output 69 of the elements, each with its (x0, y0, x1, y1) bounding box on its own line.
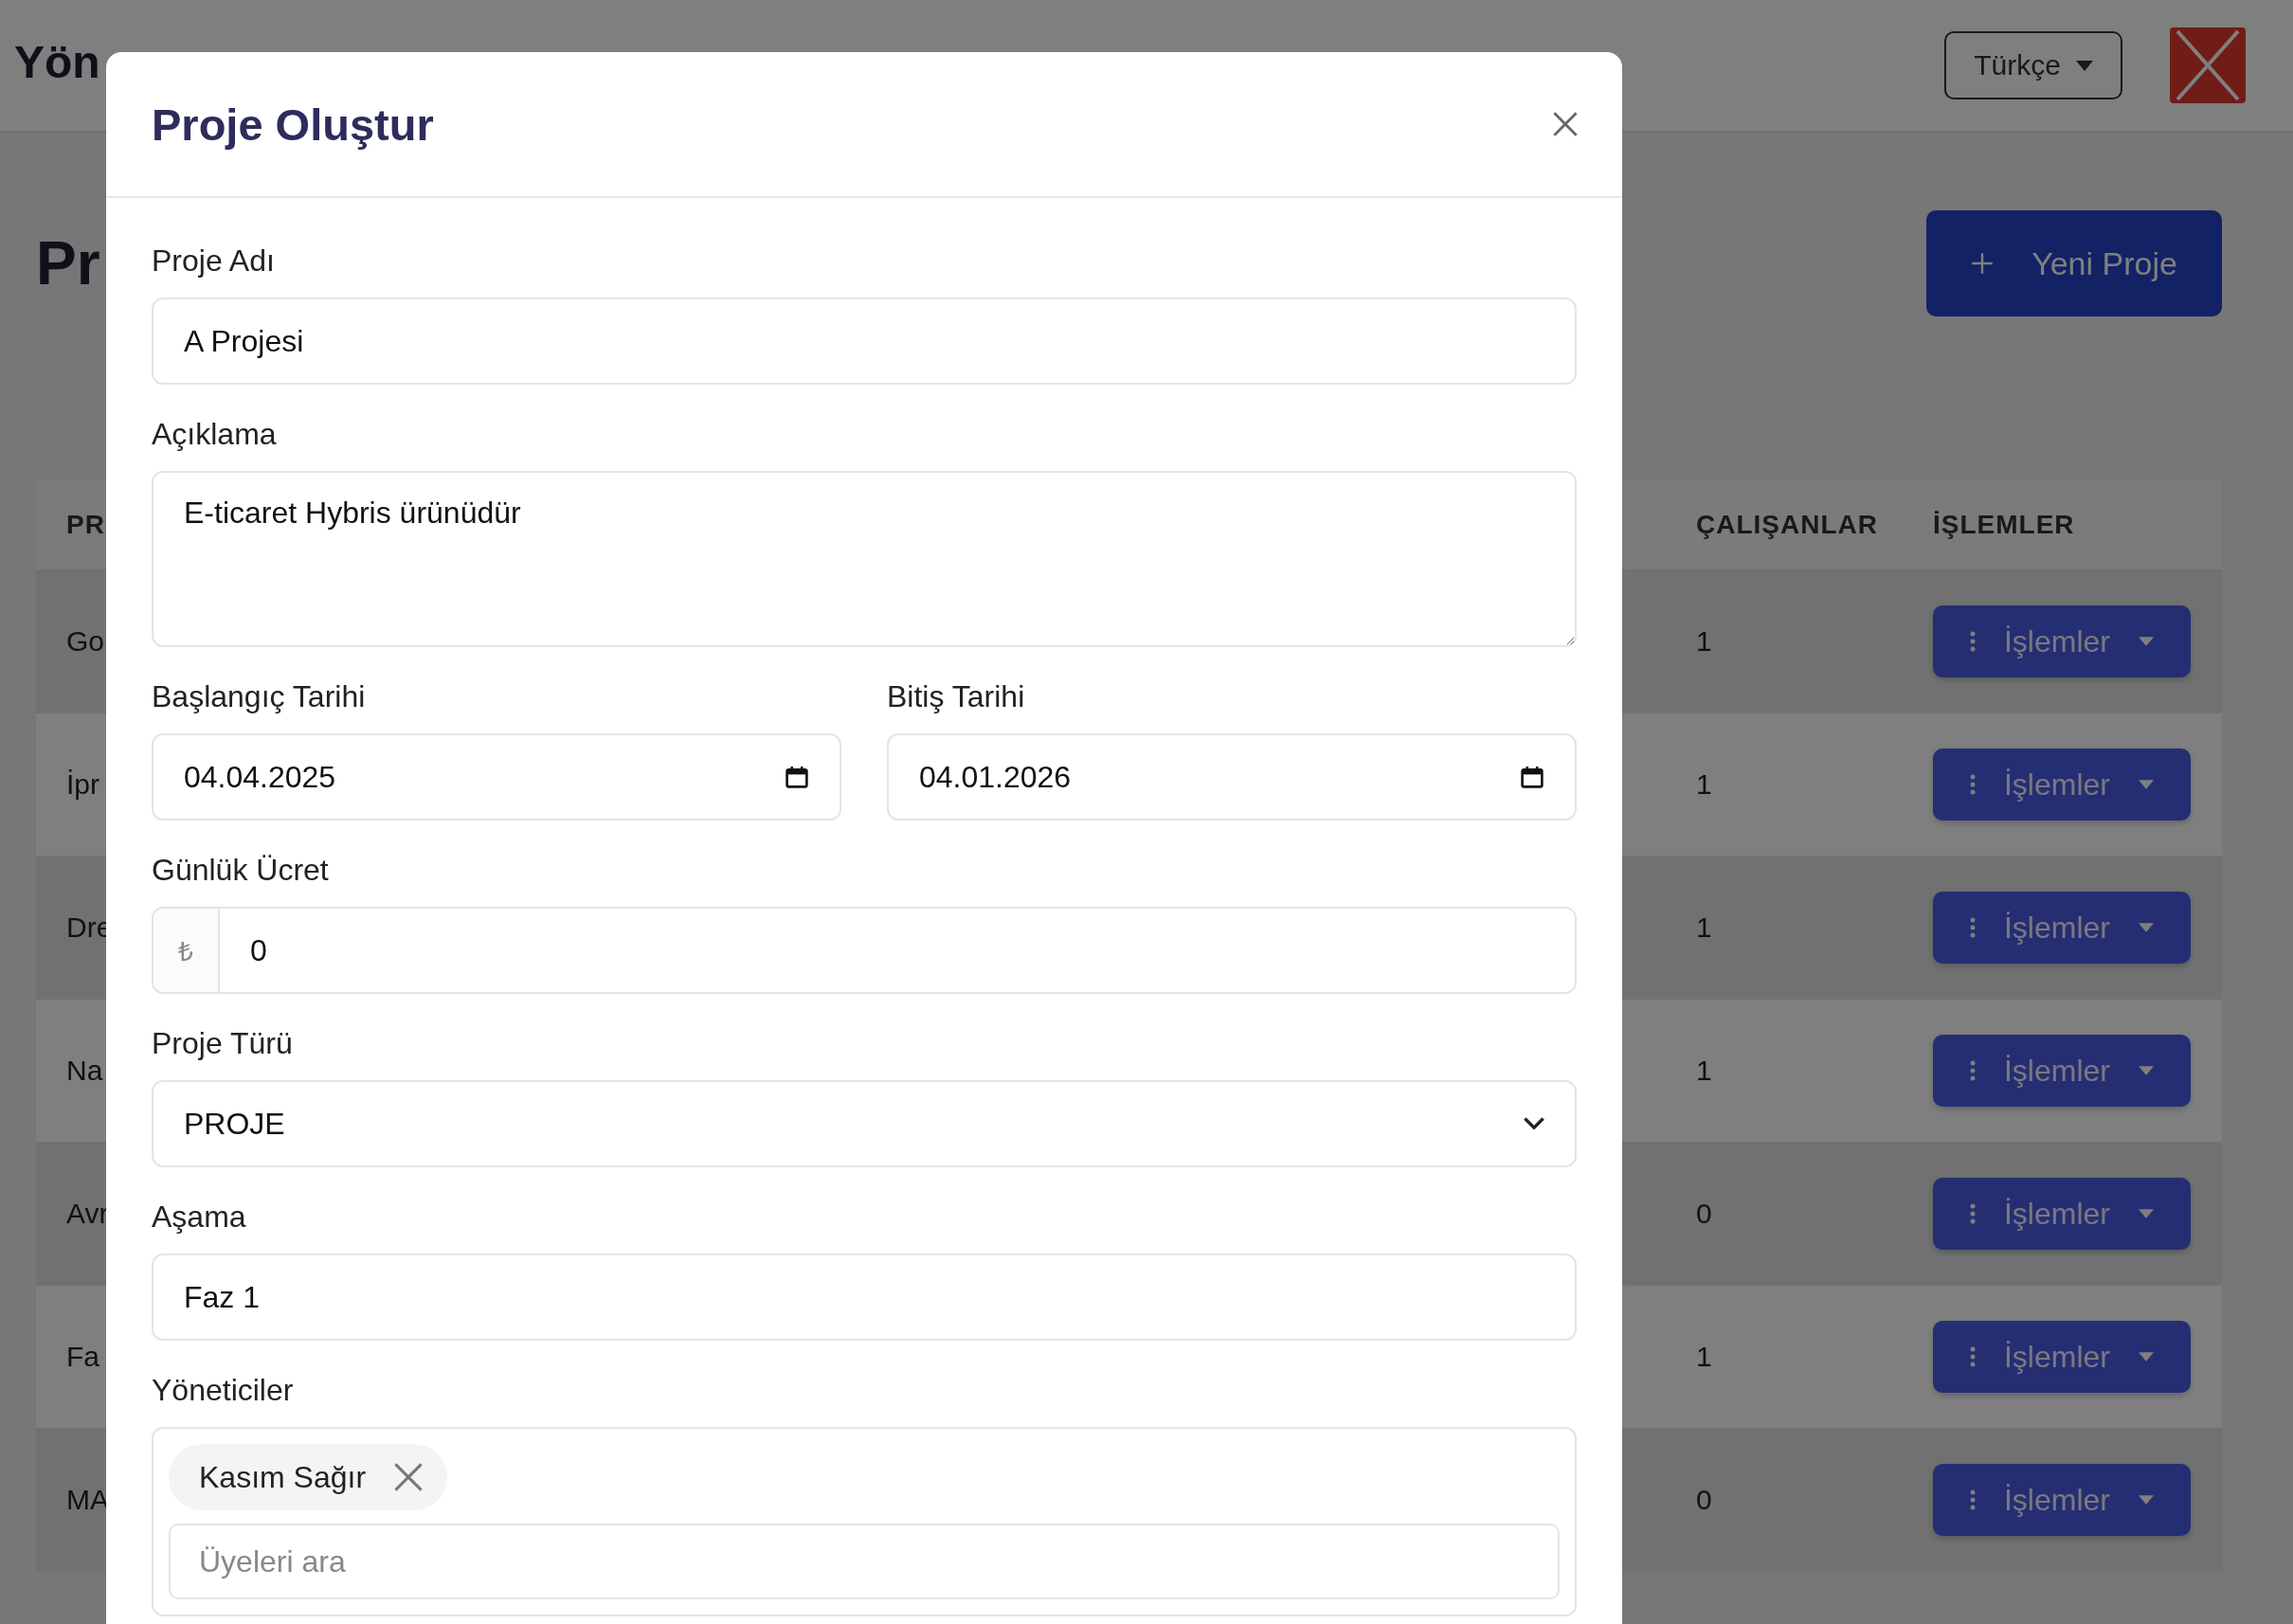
caret-icon (2138, 1495, 2154, 1505)
table-cell-text: Na (65, 1055, 103, 1087)
text-area[interactable]: E-ticaret Hybris ürünüdür (152, 471, 1577, 647)
actions-button[interactable]: İşlemler (1933, 1321, 2191, 1393)
table-cell-text: MA (65, 1484, 109, 1516)
column-header: PR (65, 509, 105, 540)
field-label: Açıklama (152, 417, 278, 452)
table-cell-text: Fa (65, 1341, 99, 1373)
input-field[interactable]: A Projesi (152, 298, 1577, 385)
modal-title: Proje Oluştur (152, 98, 434, 151)
dots-icon (1970, 1203, 1976, 1224)
field-label: Proje Adı (152, 244, 276, 279)
multi-select-field[interactable]: Kasım Sağır Üyeleri ara (152, 1427, 1577, 1616)
table-cell: 1 (1696, 768, 1712, 801)
caret-icon (2138, 1209, 2154, 1218)
date-field[interactable]: 04.04.2025 (152, 733, 841, 821)
chevron-down-icon (1524, 1117, 1544, 1130)
actions-button[interactable]: İşlemler (1933, 749, 2191, 821)
calendar-icon (785, 765, 809, 789)
dots-icon (1970, 1346, 1976, 1367)
logo-icon (2170, 27, 2246, 103)
tag-chip: Kasım Sağır (169, 1444, 448, 1510)
actions-button[interactable]: İşlemler (1933, 1464, 2191, 1536)
table-cell-text: İpr (65, 768, 99, 801)
currency-symbol: ₺ (153, 909, 220, 992)
dots-icon (1970, 1060, 1976, 1081)
actions-button[interactable]: İşlemler (1933, 892, 2191, 964)
table-cell-text: Go (65, 625, 105, 658)
caret-icon (2138, 637, 2154, 646)
new-project-button[interactable]: Yeni Proje (1926, 210, 2222, 316)
caret-icon (2138, 1066, 2154, 1075)
table-cell: 0 (1696, 1198, 1712, 1230)
caret-icon (2138, 1352, 2154, 1362)
date-field[interactable]: 04.01.2026 (887, 733, 1577, 821)
column-header: ÇALIŞANLAR (1696, 509, 1878, 540)
app-title: Yön (14, 35, 100, 88)
field-label: Başlangıç Tarihi (152, 679, 367, 714)
page-title: Pr (36, 228, 100, 298)
field-label: Günlük Ücret (152, 853, 330, 888)
actions-button[interactable]: İşlemler (1933, 1035, 2191, 1107)
remove-icon[interactable] (392, 1461, 425, 1493)
caret-icon (2138, 780, 2154, 789)
language-dropdown[interactable]: Türkçe (1944, 31, 2122, 99)
select-field[interactable]: PROJE (152, 1080, 1577, 1167)
field-label: Yöneticiler (152, 1373, 295, 1408)
table-cell: 1 (1696, 625, 1712, 658)
field-label: Bitiş Tarihi (887, 679, 1026, 714)
input-field[interactable]: Faz 1 (152, 1254, 1577, 1341)
caret-icon (2075, 60, 2093, 71)
table-cell: 1 (1696, 911, 1712, 944)
dots-icon (1970, 917, 1976, 938)
actions-button[interactable]: İşlemler (1933, 1178, 2191, 1250)
search-field[interactable]: Üyeleri ara (169, 1524, 1560, 1599)
caret-icon (2138, 923, 2154, 932)
close-icon[interactable] (1552, 111, 1579, 137)
table-cell: 1 (1696, 1055, 1712, 1087)
calendar-icon (1520, 765, 1544, 789)
table-cell: 0 (1696, 1484, 1712, 1516)
column-header: İŞLEMLER (1933, 509, 2075, 540)
dots-icon (1970, 1489, 1976, 1510)
dots-icon (1970, 631, 1976, 652)
table-cell-text: Avr (65, 1198, 109, 1230)
currency-field[interactable]: ₺ 0 (152, 907, 1577, 994)
dots-icon (1970, 774, 1976, 795)
plus-icon (1971, 252, 1995, 275)
actions-button[interactable]: İşlemler (1933, 605, 2191, 677)
field-label: Aşama (152, 1200, 247, 1235)
table-cell: 1 (1696, 1341, 1712, 1373)
field-label: Proje Türü (152, 1026, 294, 1061)
